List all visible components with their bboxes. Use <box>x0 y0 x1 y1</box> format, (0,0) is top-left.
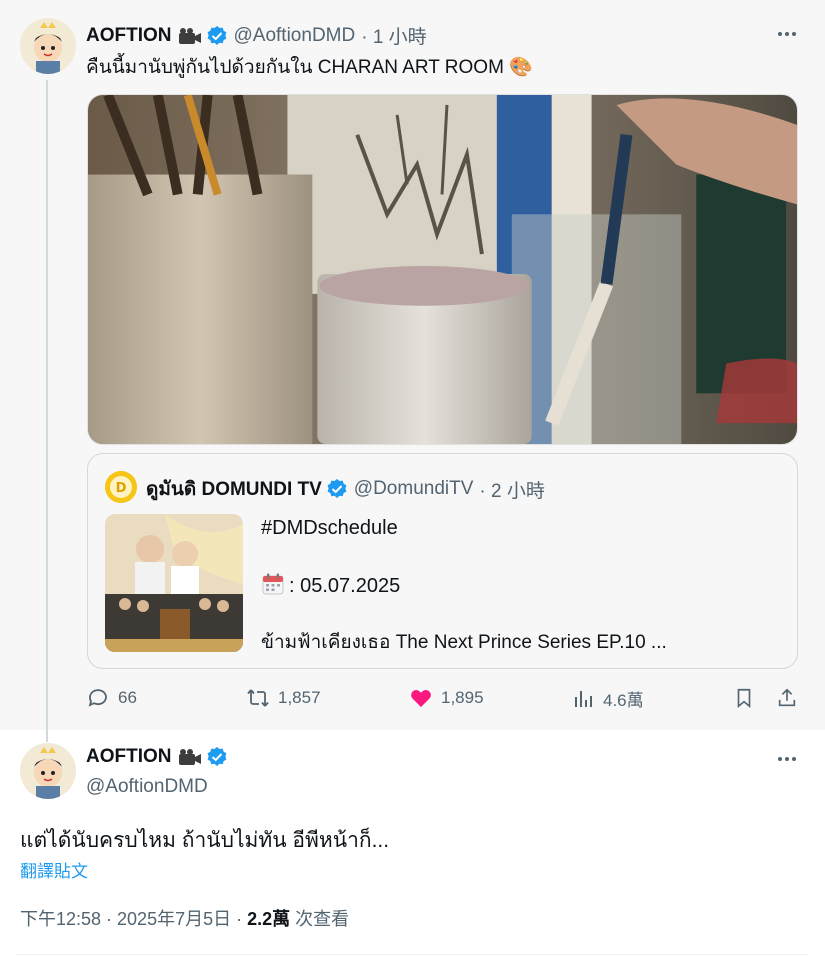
retweet-icon <box>247 689 269 707</box>
verified-icon[interactable] <box>206 25 228 47</box>
thread-line <box>46 80 48 742</box>
reply-text: แต่ได้นับครบไหม ถ้านับไม่ทัน อีพีหน้าก็.… <box>20 829 390 852</box>
quote-author-name[interactable]: ดูมันดิ DOMUNDI TV <box>146 474 322 504</box>
quote-title: ข้ามฟ้าเคียงเธอ The Next Prince Series E… <box>261 632 667 653</box>
divider <box>16 954 809 955</box>
reply-button[interactable]: 66 <box>86 686 137 710</box>
like-count: 1,895 <box>441 688 484 707</box>
quote-time[interactable]: · 2 小時 <box>479 476 544 503</box>
action-bar: 66 1,857 1,895 4.6萬 <box>86 686 802 714</box>
tweet-time[interactable]: · 1 小時 <box>361 22 426 49</box>
author-name[interactable]: AOFTION <box>86 25 172 47</box>
like-button[interactable]: 1,895 <box>409 686 484 710</box>
author-handle[interactable]: @AoftionDMD <box>234 25 356 47</box>
views-icon <box>575 690 592 707</box>
quote-avatar[interactable]: D <box>105 471 137 503</box>
avatar[interactable] <box>20 18 76 74</box>
verified-icon[interactable] <box>206 746 228 768</box>
svg-text:D: D <box>116 481 127 496</box>
calendar-icon <box>262 573 284 595</box>
camera-icon <box>178 749 201 765</box>
reply-avatar[interactable] <box>20 743 76 799</box>
views-label: 次查看 <box>290 909 350 929</box>
translate-link[interactable]: 翻譯貼文 <box>20 857 88 882</box>
quote-thumbnail[interactable] <box>105 514 243 652</box>
reply-author-handle[interactable]: @AoftionDMD <box>86 776 208 798</box>
tweet-meta: 下午12:58 · 2025年7月5日 · 2.2萬 次查看 <box>20 905 349 931</box>
more-icon[interactable] <box>775 22 799 46</box>
quote-author-handle[interactable]: @DomundiTV <box>354 478 474 500</box>
heart-icon <box>411 690 431 707</box>
verified-icon[interactable] <box>326 478 348 500</box>
tweet-text: คืนนี้มานับพู่กันไปด้วยกันใน CHARAN ART … <box>86 57 533 78</box>
views-button[interactable]: 4.6萬 <box>571 686 644 711</box>
retweet-count: 1,857 <box>278 688 321 707</box>
reply-count: 66 <box>118 688 137 707</box>
timestamp[interactable]: 下午12:58 · 2025年7月5日 · <box>20 909 247 929</box>
bookmark-icon[interactable] <box>733 686 755 710</box>
retweet-button[interactable]: 1,857 <box>246 686 321 710</box>
views-total: 2.2萬 <box>247 909 291 929</box>
camera-icon <box>178 27 201 44</box>
tweet-photo[interactable] <box>87 94 798 445</box>
main-tweet: AOFTION @AoftionDMD · 1 小時 คืนนี้มานับพู… <box>0 0 825 742</box>
views-count: 4.6萬 <box>603 691 644 710</box>
more-icon[interactable] <box>775 747 799 771</box>
quote-date: : 05.07.2025 <box>289 575 401 597</box>
reply-author-name[interactable]: AOFTION <box>86 746 172 768</box>
reply-icon <box>88 689 107 707</box>
quoted-tweet[interactable]: D ดูมันดิ DOMUNDI TV @DomundiTV · 2 小時 #… <box>87 453 798 669</box>
share-icon[interactable] <box>776 686 798 710</box>
quote-hashtag[interactable]: #DMDschedule <box>261 517 398 540</box>
